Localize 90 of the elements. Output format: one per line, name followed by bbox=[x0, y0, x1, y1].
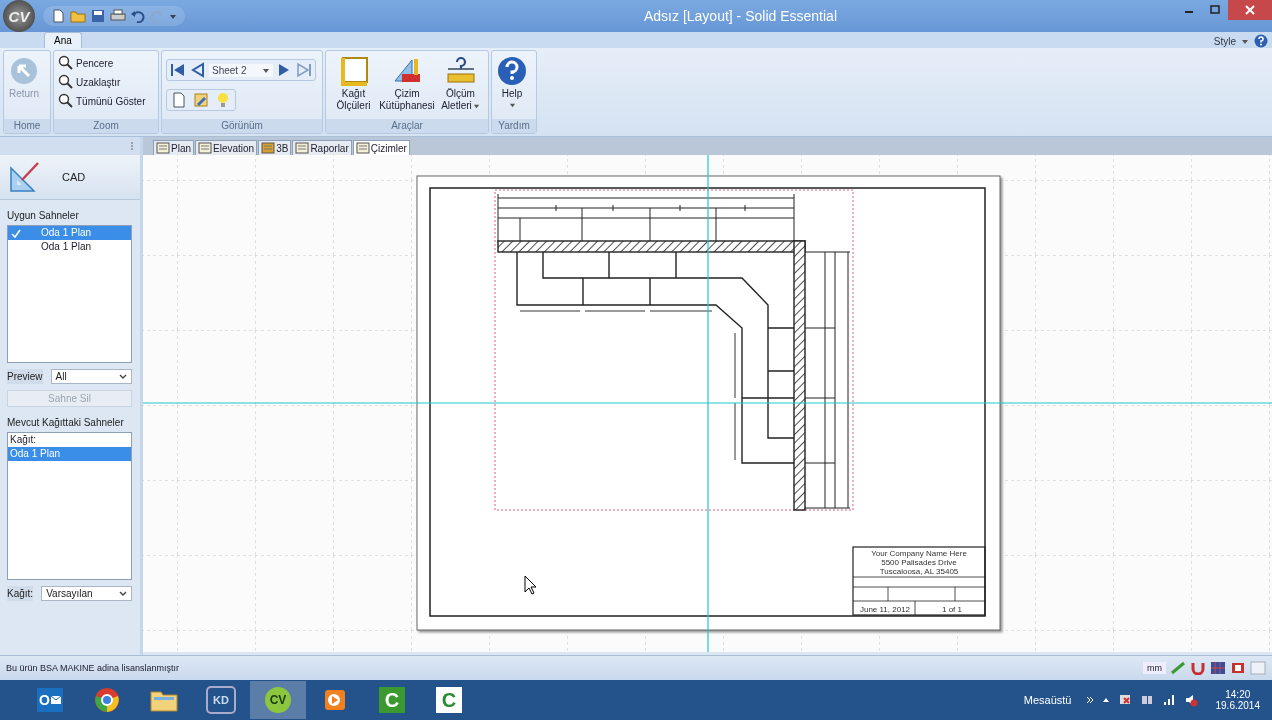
paper-label: Kağıt: bbox=[7, 586, 34, 601]
unit-selector[interactable]: mm bbox=[1143, 662, 1166, 674]
zoom-button[interactable]: Uzaklaştır bbox=[58, 73, 121, 91]
ribbon-tab[interactable]: Ana bbox=[44, 32, 82, 48]
zoom-button[interactable]: Pencere bbox=[58, 54, 114, 72]
scene-item[interactable]: Oda 1 Plan bbox=[8, 240, 131, 254]
app-logo[interactable]: CV bbox=[3, 0, 35, 32]
layout-canvas[interactable]: Your Company Name Here 5500 Palisades Drive Tuscaloosa, AL 35405 June 11, 2012 1 of 1 bbox=[143, 155, 1272, 652]
checkmark-icon bbox=[11, 228, 21, 238]
volume-icon[interactable] bbox=[1183, 693, 1198, 707]
group-label: Home bbox=[4, 119, 50, 133]
zoom-button[interactable]: Tümünü Göster bbox=[58, 92, 146, 110]
company-text: 5500 Palisades Drive bbox=[881, 558, 957, 567]
tool-button[interactable]: Ölçüm Aletleri bbox=[437, 54, 484, 114]
status-text: Bu ürün BSA MAKINE adina lisanslanmıştır bbox=[6, 663, 180, 673]
sheet-number: 1 of 1 bbox=[942, 605, 962, 614]
chevron-icon[interactable] bbox=[1085, 696, 1094, 704]
section-label: Uygun Sahneler bbox=[6, 209, 80, 223]
tool-button[interactable]: Kağıt Ölçüleri bbox=[330, 54, 377, 114]
preview-dropdown[interactable]: All bbox=[50, 369, 132, 384]
tab-icon bbox=[261, 142, 276, 154]
sheet-dropdown[interactable]: Sheet 2 bbox=[209, 63, 273, 77]
ruler-icon bbox=[445, 56, 476, 86]
play-icon bbox=[323, 688, 347, 712]
document-tab[interactable]: Plan bbox=[153, 140, 194, 155]
cad-header[interactable]: CAD bbox=[0, 155, 140, 200]
tab-icon bbox=[156, 142, 170, 154]
signal-icon[interactable] bbox=[1161, 693, 1176, 707]
set-square-icon bbox=[8, 160, 42, 194]
taskbar-app[interactable]: CV bbox=[250, 681, 306, 719]
magnet-icon[interactable] bbox=[1190, 661, 1206, 675]
page-icon[interactable] bbox=[171, 92, 187, 108]
style-menu[interactable]: Style bbox=[1213, 35, 1236, 47]
caret-up-icon[interactable] bbox=[1101, 696, 1110, 704]
tab-icon bbox=[198, 142, 212, 154]
help-button[interactable]: Help bbox=[496, 54, 528, 110]
group-label: Zoom bbox=[54, 119, 158, 133]
date-text: June 11, 2012 bbox=[859, 605, 911, 614]
paper-icon bbox=[338, 56, 369, 86]
taskbar-app[interactable]: KD bbox=[193, 681, 249, 719]
paper-dropdown[interactable]: Varsayılan bbox=[41, 586, 132, 601]
section-label: Mevcut Kağıttaki Sahneler bbox=[6, 416, 125, 430]
magnifier-icon bbox=[58, 93, 74, 109]
taskbar-app[interactable]: O bbox=[22, 681, 78, 719]
caret-icon[interactable] bbox=[1241, 37, 1249, 45]
pencil-page-icon[interactable] bbox=[193, 92, 209, 108]
tool-button[interactable]: Çizim Kütüphanesi bbox=[381, 54, 433, 114]
group-label: Yardım bbox=[492, 119, 536, 133]
undo-icon[interactable] bbox=[131, 9, 145, 23]
window-title: Adsız [Layout] - Solid Essential bbox=[643, 8, 838, 24]
envelope-icon bbox=[50, 696, 61, 704]
customize-icon[interactable] bbox=[169, 12, 177, 20]
caret-icon bbox=[508, 101, 516, 108]
document-tab[interactable]: 3B bbox=[258, 140, 292, 155]
company-text: Your Company Name Here bbox=[871, 549, 967, 558]
caret-icon bbox=[262, 66, 270, 74]
magnifier-icon bbox=[58, 55, 74, 71]
cursor-icon bbox=[524, 575, 537, 595]
close-icon[interactable] bbox=[1228, 0, 1272, 20]
previous-page-icon[interactable] bbox=[190, 62, 206, 78]
tab-icon bbox=[295, 142, 310, 154]
grid-icon[interactable] bbox=[1210, 661, 1226, 675]
clock-date[interactable]: 19.6.2014 bbox=[1215, 700, 1260, 711]
desktop-toolbar[interactable]: Mesaüstü bbox=[1023, 694, 1072, 706]
company-text: Tuscaloosa, AL 35405 bbox=[879, 567, 959, 576]
tab-icon bbox=[355, 142, 370, 154]
preview-label: Preview bbox=[7, 369, 43, 384]
chevron-down-icon bbox=[119, 589, 127, 598]
help-icon[interactable] bbox=[1254, 34, 1268, 48]
first-page-icon[interactable] bbox=[169, 62, 187, 78]
new-file-icon[interactable] bbox=[51, 9, 65, 23]
clock-time[interactable]: 14:20 bbox=[1225, 689, 1251, 700]
group-label: Araçlar bbox=[326, 119, 488, 133]
document-tab[interactable]: Elevation bbox=[195, 140, 258, 155]
printer-icon[interactable] bbox=[110, 9, 126, 23]
browser-icon bbox=[94, 687, 120, 713]
paper-scene-item[interactable]: Kağıt: bbox=[8, 433, 131, 447]
caret-icon bbox=[472, 102, 480, 109]
document-tab[interactable]: Çizimler bbox=[352, 140, 410, 155]
panel-title: CAD bbox=[62, 171, 86, 183]
group-label: Görünüm bbox=[162, 119, 322, 133]
folder-icon bbox=[150, 688, 178, 712]
grip-icon[interactable] bbox=[130, 141, 134, 151]
chevron-down-icon bbox=[119, 372, 127, 381]
taskbar-app[interactable]: C bbox=[421, 681, 477, 719]
magnifier-icon bbox=[58, 74, 74, 90]
help-icon bbox=[497, 56, 527, 86]
taskbar-app[interactable]: C bbox=[364, 681, 420, 719]
save-icon[interactable] bbox=[91, 9, 105, 23]
document-tab[interactable]: Raporlar bbox=[292, 140, 352, 155]
